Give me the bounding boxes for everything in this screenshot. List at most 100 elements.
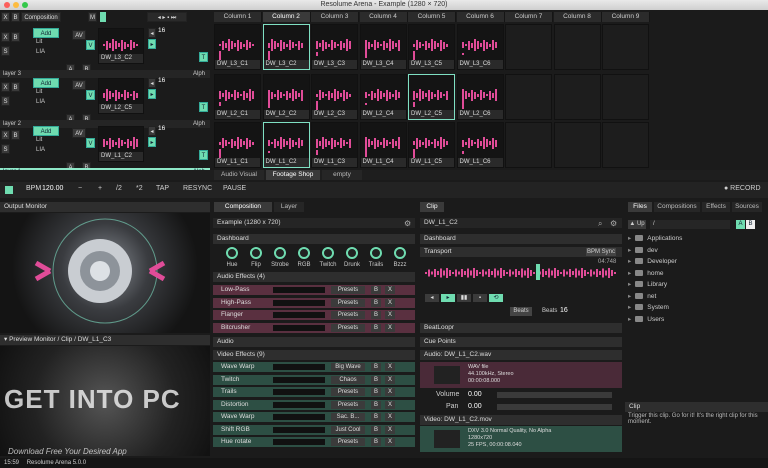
clip-cell[interactable]: DW_L3_C5	[408, 24, 455, 70]
layer-option-lia[interactable]: LIA	[36, 147, 45, 153]
master-fader[interactable]	[100, 12, 106, 22]
deck-tab-footage-shop[interactable]: Footage Shop	[266, 170, 320, 180]
expand-arrow-icon[interactable]: ▸	[628, 293, 631, 300]
expand-arrow-icon[interactable]: ▸	[628, 281, 631, 288]
effect-preset-dropdown[interactable]: Big Wave	[331, 363, 365, 371]
files-tab-2[interactable]: Effects	[702, 202, 730, 212]
files-tab-1[interactable]: Compositions	[654, 202, 700, 212]
effect-remove-button[interactable]: X	[385, 425, 395, 434]
effect-remove-button[interactable]: X	[385, 388, 395, 396]
layer-av-button[interactable]: AV	[72, 30, 86, 40]
layer-play-prev-icon[interactable]: ◂	[148, 78, 156, 88]
clip-gear-icon[interactable]: ⚙	[610, 219, 617, 228]
play-icon[interactable]: ▸	[441, 294, 455, 302]
effect-amount-slider[interactable]	[273, 401, 325, 408]
column-header-6[interactable]: Column 6	[456, 12, 505, 22]
layer-option-lia[interactable]: LIA	[36, 99, 45, 105]
effect-row[interactable]: Flanger Presets B X	[213, 310, 415, 320]
effect-amount-slider[interactable]	[273, 439, 325, 445]
effect-amount-slider[interactable]	[273, 376, 325, 383]
effect-preset-dropdown[interactable]: Presets	[331, 400, 365, 409]
clip-cell[interactable]: DW_L1_C5	[408, 122, 455, 168]
effect-amount-slider[interactable]	[273, 287, 325, 293]
bpm-double-button[interactable]: *2	[136, 185, 143, 192]
knob-strobe[interactable]	[274, 247, 286, 259]
deck-tab-audio-visual[interactable]: Audio Visual	[214, 170, 264, 180]
file-item[interactable]: ▸ System	[628, 303, 669, 313]
zoom-window-icon[interactable]	[22, 2, 28, 8]
pan-slider[interactable]	[497, 404, 612, 410]
bpm-half-button[interactable]: /2	[116, 185, 122, 192]
expand-arrow-icon[interactable]: ▸	[628, 304, 631, 311]
preview-a-button[interactable]: A	[736, 220, 745, 229]
comp-m-button[interactable]: M	[88, 12, 97, 22]
effect-bypass-button[interactable]: B	[371, 400, 381, 409]
audio-clip-header[interactable]: Audio: DW_L1_C2.wav	[420, 350, 622, 360]
knob-hue[interactable]	[226, 247, 238, 259]
effect-row[interactable]: Distortion Presets B X	[213, 399, 415, 410]
empty-clip-cell[interactable]	[505, 24, 552, 70]
clip-cell[interactable]: DW_L1_C3	[311, 122, 358, 168]
layer-s-button[interactable]: S	[1, 144, 10, 154]
effect-amount-slider[interactable]	[273, 364, 325, 370]
search-icon[interactable]: ⌕	[598, 219, 602, 229]
stop-icon[interactable]: ▪	[473, 294, 487, 302]
effect-bypass-button[interactable]: B	[371, 375, 381, 384]
files-tab-0[interactable]: Files	[628, 202, 652, 212]
resync-button[interactable]: RESYNC	[183, 185, 212, 192]
up-button[interactable]: ▲ Up	[628, 220, 646, 229]
volume-value[interactable]: 0.00	[468, 391, 482, 398]
bpm-minus-button[interactable]: −	[78, 185, 82, 192]
effect-remove-button[interactable]: X	[385, 413, 395, 421]
playhead[interactable]	[536, 264, 540, 280]
comp-x-button[interactable]: X	[1, 12, 10, 22]
blend-mode-dropdown[interactable]: Add	[33, 28, 59, 38]
layer-play-icon[interactable]: ▸	[148, 137, 156, 147]
clip-cell[interactable]: DW_L3_C6	[456, 24, 504, 70]
layer-speed[interactable]: 16	[158, 125, 165, 132]
effect-remove-button[interactable]: X	[385, 375, 395, 384]
column-header-8[interactable]: Column 8	[553, 12, 602, 22]
bpm-sync-dropdown[interactable]: BPM Sync	[586, 248, 616, 256]
empty-clip-cell[interactable]	[553, 74, 601, 120]
clip-cell[interactable]: DW_L1_C1	[214, 122, 261, 168]
beats-button[interactable]: Beats	[510, 307, 532, 316]
layer-play-icon[interactable]: ▸	[148, 89, 156, 99]
effect-preset-dropdown[interactable]: Presets	[331, 323, 365, 332]
effect-remove-button[interactable]: X	[385, 438, 395, 446]
layer-b-button[interactable]: B	[11, 130, 20, 140]
expand-arrow-icon[interactable]: ▸	[628, 247, 631, 254]
column-header-5[interactable]: Column 5	[408, 12, 456, 22]
volume-slider[interactable]	[497, 392, 612, 398]
pause-icon[interactable]: ▮▮	[457, 294, 471, 302]
tab-clip[interactable]: Clip	[420, 202, 444, 212]
expand-arrow-icon[interactable]: ▸	[628, 235, 631, 242]
effect-remove-button[interactable]: X	[385, 298, 395, 307]
column-header-9[interactable]: Column 9	[602, 12, 650, 22]
effect-row[interactable]: Wave Warp Big Wave B X	[213, 362, 415, 372]
effect-bypass-button[interactable]: B	[371, 311, 381, 319]
effect-remove-button[interactable]: X	[385, 311, 395, 319]
effect-remove-button[interactable]: X	[385, 286, 395, 294]
gear-icon[interactable]: ⚙	[404, 219, 411, 228]
effect-bypass-button[interactable]: B	[371, 363, 381, 371]
layer-v-button[interactable]: V	[86, 138, 95, 148]
expand-arrow-icon[interactable]: ▸	[628, 316, 631, 323]
empty-clip-cell[interactable]	[602, 122, 649, 168]
blend-mode-dropdown[interactable]: Add	[33, 126, 59, 136]
empty-clip-cell[interactable]	[505, 122, 552, 168]
clip-cell[interactable]: DW_L1_C6	[456, 122, 504, 168]
effect-amount-slider[interactable]	[273, 389, 325, 395]
effect-remove-button[interactable]: X	[385, 400, 395, 409]
files-tab-3[interactable]: Sources	[732, 202, 762, 212]
layer-av-button[interactable]: AV	[72, 80, 86, 90]
clip-cell[interactable]: DW_L2_C2	[262, 74, 310, 120]
expand-arrow-icon[interactable]: ▸	[628, 270, 631, 277]
audio-effects-header[interactable]: Audio Effects (4)	[213, 272, 415, 282]
layer-play-prev-icon[interactable]: ◂	[148, 28, 156, 38]
dashboard-header[interactable]: Dashboard	[213, 234, 415, 244]
clip-dashboard-header[interactable]: Dashboard	[420, 234, 622, 244]
effect-preset-dropdown[interactable]: Sac. B...	[331, 413, 365, 421]
preview-b-button[interactable]: B	[746, 220, 755, 229]
timeline-waveform[interactable]	[425, 266, 617, 280]
